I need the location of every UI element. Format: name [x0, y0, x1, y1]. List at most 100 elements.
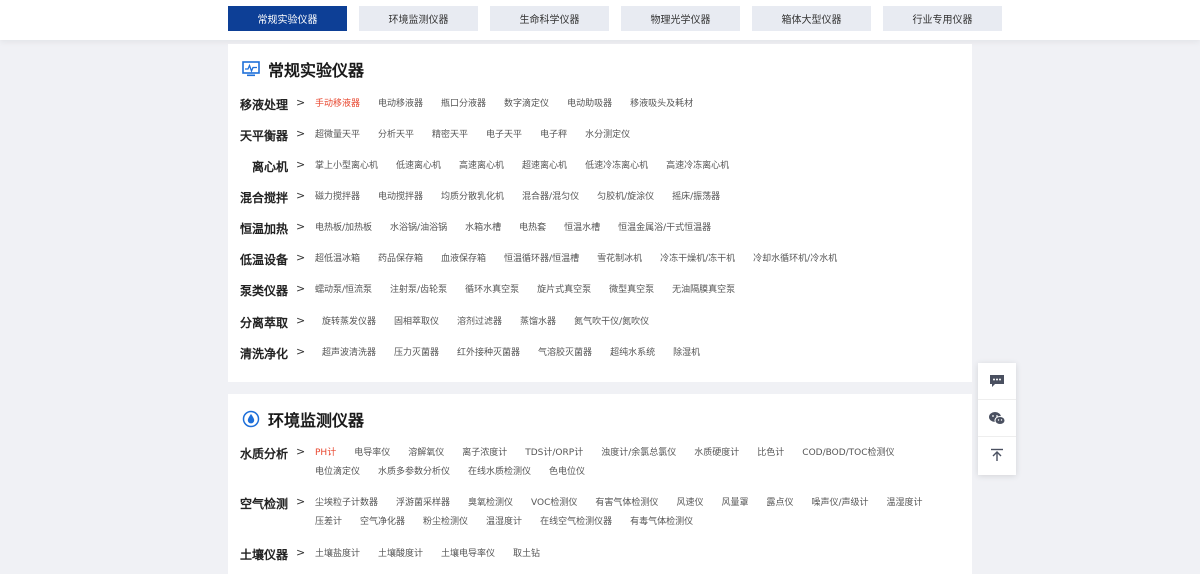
product-link[interactable]: 电子秤 [540, 128, 567, 142]
product-link[interactable]: 土壤电导率仪 [441, 547, 495, 561]
product-link[interactable]: 磁力搅拌器 [315, 190, 360, 204]
product-link[interactable]: 色电位仪 [549, 465, 585, 479]
product-link[interactable]: 冷却水循环机/冷水机 [753, 252, 837, 266]
product-link[interactable]: 移液吸头及耗材 [630, 97, 693, 111]
category-label[interactable]: 土壤仪器 [228, 546, 288, 563]
category-label[interactable]: 低温设备 [228, 251, 288, 268]
product-link[interactable]: 手动移液器 [315, 97, 360, 111]
product-link[interactable]: PH计 [315, 446, 336, 460]
tab-regular-lab[interactable]: 常规实验仪器 [228, 6, 347, 31]
category-label[interactable]: 清洗净化 [228, 345, 288, 362]
product-link[interactable]: 风量罩 [721, 496, 748, 510]
category-label[interactable]: 天平衡器 [228, 127, 288, 144]
product-link[interactable]: 水质多参数分析仪 [378, 465, 450, 479]
product-link[interactable]: 土壤盐度计 [315, 547, 360, 561]
product-link[interactable]: 在线水质检测仪 [468, 465, 531, 479]
product-link[interactable]: 露点仪 [766, 496, 793, 510]
product-link[interactable]: 粉尘检测仪 [423, 515, 468, 529]
product-link[interactable]: 水质硬度计 [694, 446, 739, 460]
product-link[interactable]: 空气净化器 [360, 515, 405, 529]
product-link[interactable]: 瓶口分液器 [441, 97, 486, 111]
product-link[interactable]: 掌上小型离心机 [315, 159, 378, 173]
product-link[interactable]: 无油隔膜真空泵 [672, 283, 735, 297]
tab-industry[interactable]: 行业专用仪器 [883, 6, 1002, 31]
product-link[interactable]: 在线空气检测仪器 [540, 515, 612, 529]
product-link[interactable]: 有毒气体检测仪 [630, 515, 693, 529]
chat-button[interactable] [978, 363, 1016, 400]
product-link[interactable]: 固相萃取仪 [394, 315, 439, 329]
product-link[interactable]: 有害气体检测仪 [595, 496, 658, 510]
product-link[interactable]: 电动助吸器 [567, 97, 612, 111]
category-label[interactable]: 恒温加热 [228, 220, 288, 237]
product-link[interactable]: 超纯水系统 [610, 346, 655, 360]
product-link[interactable]: TDS计/ORP计 [525, 446, 583, 460]
product-link[interactable]: 温湿度计 [887, 496, 923, 510]
product-link[interactable]: 循环水真空泵 [465, 283, 519, 297]
product-link[interactable]: 低速冷冻离心机 [585, 159, 648, 173]
product-link[interactable]: 注射泵/齿轮泵 [390, 283, 447, 297]
product-link[interactable]: 高速离心机 [459, 159, 504, 173]
product-link[interactable]: 压差计 [315, 515, 342, 529]
product-link[interactable]: 溶解氧仪 [408, 446, 444, 460]
product-link[interactable]: 风速仪 [676, 496, 703, 510]
category-label[interactable]: 离心机 [228, 158, 288, 175]
tab-life-science[interactable]: 生命科学仪器 [490, 6, 609, 31]
product-link[interactable]: 混合器/混匀仪 [522, 190, 579, 204]
wechat-button[interactable] [978, 400, 1016, 437]
product-link[interactable]: 气溶胶灭菌器 [538, 346, 592, 360]
product-link[interactable]: 冷冻干燥机/冻干机 [660, 252, 735, 266]
product-link[interactable]: 取土钻 [513, 547, 540, 561]
product-link[interactable]: 数字滴定仪 [504, 97, 549, 111]
tab-environment[interactable]: 环境监测仪器 [359, 6, 478, 31]
product-link[interactable]: 恒温水槽 [564, 221, 600, 235]
product-link[interactable]: 电子天平 [486, 128, 522, 142]
category-label[interactable]: 移液处理 [228, 96, 288, 113]
product-link[interactable]: 离子浓度计 [462, 446, 507, 460]
product-link[interactable]: 电导率仪 [354, 446, 390, 460]
product-link[interactable]: 溶剂过滤器 [457, 315, 502, 329]
product-link[interactable]: 血液保存箱 [441, 252, 486, 266]
product-link[interactable]: 雪花制冰机 [597, 252, 642, 266]
product-link[interactable]: 水分测定仪 [585, 128, 630, 142]
back-to-top-button[interactable] [978, 437, 1016, 473]
product-link[interactable]: 除湿机 [673, 346, 700, 360]
product-link[interactable]: 均质分散乳化机 [441, 190, 504, 204]
product-link[interactable]: 压力灭菌器 [394, 346, 439, 360]
product-link[interactable]: 温湿度计 [486, 515, 522, 529]
product-link[interactable]: 氮气吹干仪/氮吹仪 [574, 315, 649, 329]
category-label[interactable]: 分离萃取 [228, 314, 288, 331]
product-link[interactable]: 浮游菌采样器 [396, 496, 450, 510]
product-link[interactable]: 超微量天平 [315, 128, 360, 142]
tab-physics-optics[interactable]: 物理光学仪器 [621, 6, 740, 31]
product-link[interactable]: VOC检测仪 [531, 496, 577, 510]
category-label[interactable]: 水质分析 [228, 445, 288, 462]
product-link[interactable]: 噪声仪/声级计 [811, 496, 868, 510]
product-link[interactable]: 摇床/振荡器 [672, 190, 720, 204]
product-link[interactable]: 旋片式真空泵 [537, 283, 591, 297]
product-link[interactable]: 药品保存箱 [378, 252, 423, 266]
product-link[interactable]: 微型真空泵 [609, 283, 654, 297]
product-link[interactable]: 水浴锅/油浴锅 [390, 221, 447, 235]
product-link[interactable]: 旋转蒸发仪器 [322, 315, 376, 329]
product-link[interactable]: 超声波清洗器 [322, 346, 376, 360]
product-link[interactable]: 电动搅拌器 [378, 190, 423, 204]
product-link[interactable]: 低速离心机 [396, 159, 441, 173]
product-link[interactable]: 电位滴定仪 [315, 465, 360, 479]
category-label[interactable]: 空气检测 [228, 495, 288, 512]
product-link[interactable]: 红外接种灭菌器 [457, 346, 520, 360]
product-link[interactable]: 浊度计/余氯总氯仪 [601, 446, 676, 460]
product-link[interactable]: 恒温金属浴/干式恒温器 [618, 221, 711, 235]
product-link[interactable]: 电热套 [519, 221, 546, 235]
product-link[interactable]: 臭氧检测仪 [468, 496, 513, 510]
product-link[interactable]: 蒸馏水器 [520, 315, 556, 329]
category-label[interactable]: 混合搅拌 [228, 189, 288, 206]
product-link[interactable]: 恒温循环器/恒温槽 [504, 252, 579, 266]
category-label[interactable]: 泵类仪器 [228, 282, 288, 299]
tab-large-cabinet[interactable]: 箱体大型仪器 [752, 6, 871, 31]
product-link[interactable]: 尘埃粒子计数器 [315, 496, 378, 510]
product-link[interactable]: 超速离心机 [522, 159, 567, 173]
product-link[interactable]: 精密天平 [432, 128, 468, 142]
product-link[interactable]: COD/BOD/TOC检测仪 [802, 446, 894, 460]
product-link[interactable]: 比色计 [757, 446, 784, 460]
product-link[interactable]: 蠕动泵/恒流泵 [315, 283, 372, 297]
